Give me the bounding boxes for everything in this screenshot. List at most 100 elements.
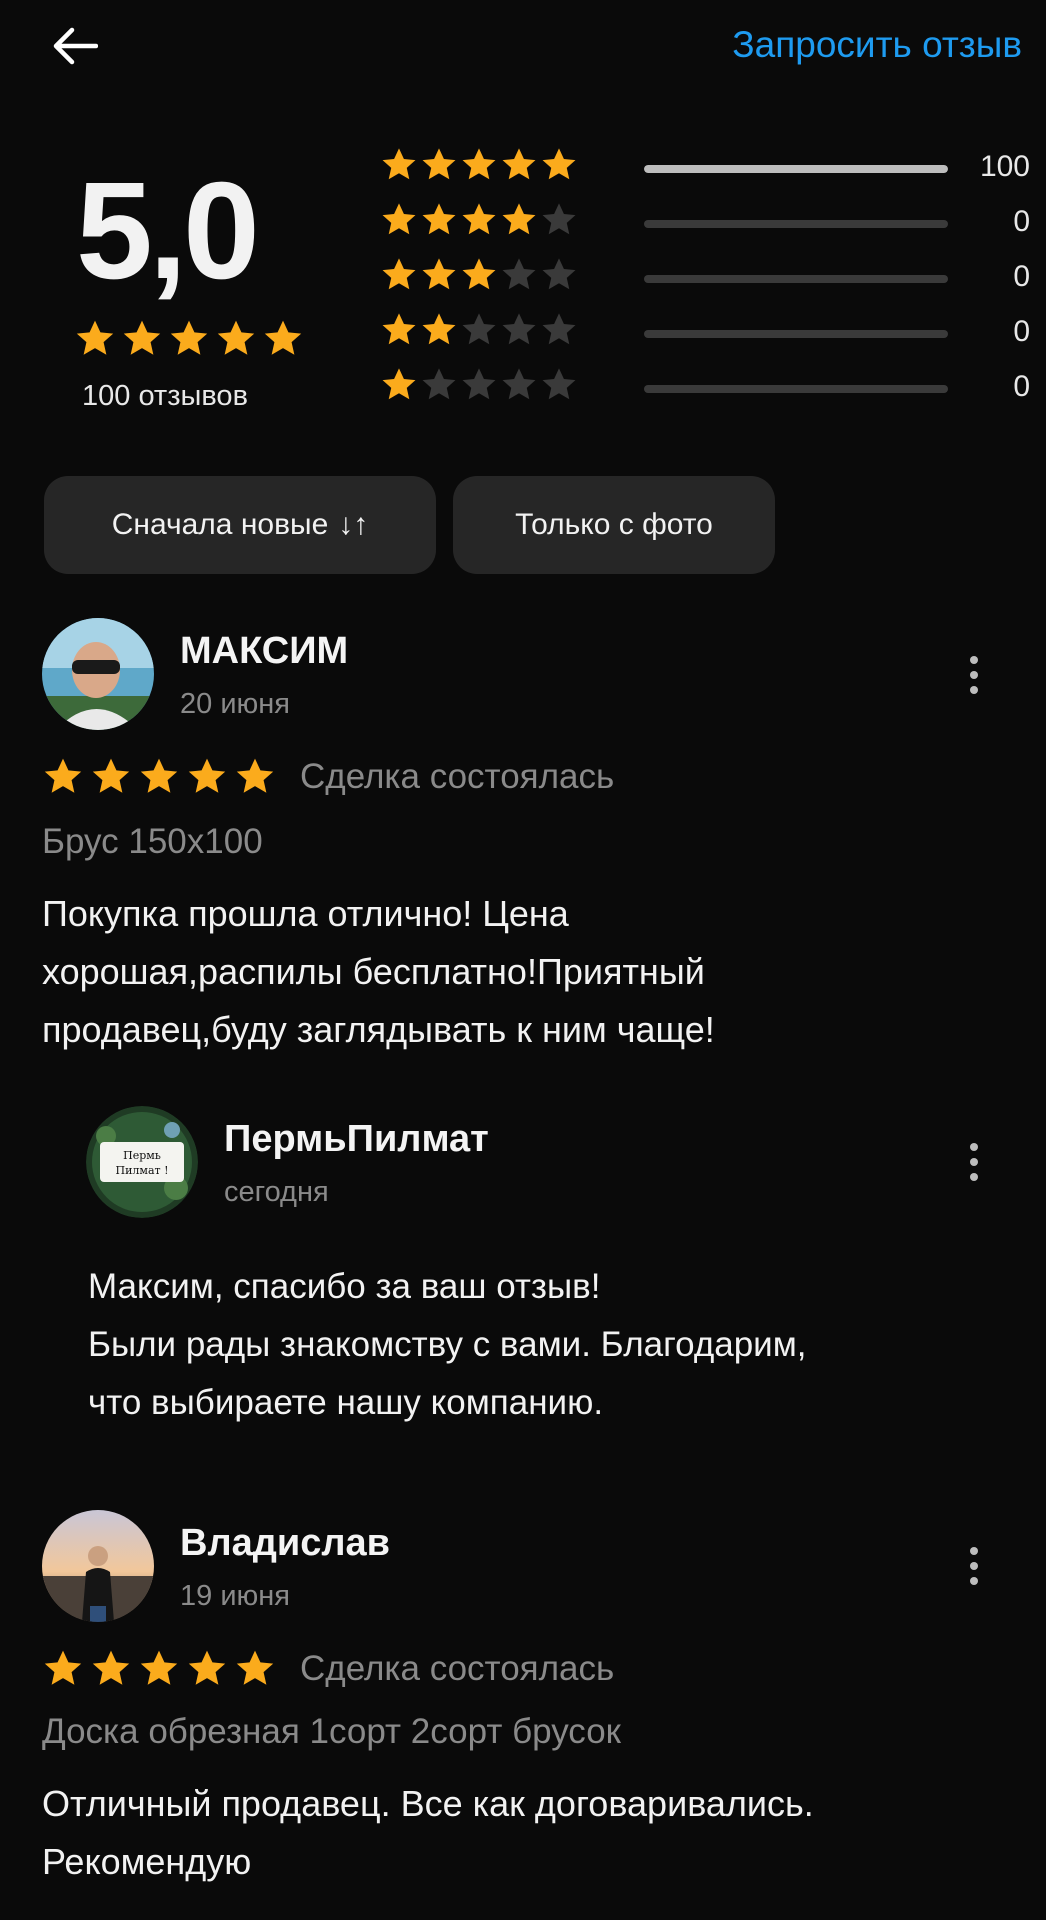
star-empty-icon <box>502 368 536 400</box>
seller-avatar[interactable]: Пермь Пилмат ! <box>86 1106 198 1218</box>
back-button[interactable] <box>44 18 104 74</box>
reply-text-line: Были рады знакомству с вами. Благодарим, <box>88 1325 807 1364</box>
photo-filter-label: Только с фото <box>515 508 713 541</box>
avatar[interactable] <box>42 618 154 730</box>
star-filled-icon <box>382 313 416 345</box>
average-stars <box>74 318 304 360</box>
star-filled-icon <box>422 313 456 345</box>
more-vertical-icon <box>970 656 978 664</box>
more-dot <box>970 671 978 679</box>
deal-status: Сделка состоялась <box>300 1649 615 1688</box>
review-product[interactable]: Доска обрезная 1сорт 2сорт брусок <box>42 1712 621 1752</box>
star-filled-icon <box>44 758 82 793</box>
review-product[interactable]: Брус 150х100 <box>42 822 263 862</box>
distribution-bar <box>644 220 948 228</box>
more-dot <box>970 1158 978 1166</box>
review-author[interactable]: МАКСИМ <box>180 630 348 673</box>
more-dot <box>970 1577 978 1585</box>
average-rating: 5,0 <box>76 154 260 308</box>
review-date: 19 июня <box>180 1580 290 1612</box>
more-dot <box>970 1562 978 1570</box>
star-filled-icon <box>236 758 274 793</box>
star-filled-icon <box>382 148 416 180</box>
distribution-row-1[interactable]: 0 <box>380 360 1030 410</box>
distribution-row-4[interactable]: 0 <box>380 195 1030 245</box>
star-empty-icon <box>542 258 576 290</box>
star-filled-icon <box>217 320 255 355</box>
star-filled-icon <box>422 148 456 180</box>
star-filled-icon <box>502 148 536 180</box>
distribution-stars <box>380 201 578 239</box>
sort-newest-chip[interactable]: Сначала новые ↓↑ <box>44 476 436 574</box>
avatar-photo <box>42 1510 154 1622</box>
star-empty-icon <box>542 368 576 400</box>
filter-bar: Сначала новые ↓↑ Только с фото <box>44 476 775 574</box>
star-filled-icon <box>140 1650 178 1685</box>
review-text-line: продавец,буду заглядывать к ним чаще! <box>42 1009 715 1050</box>
only-with-photo-chip[interactable]: Только с фото <box>453 476 775 574</box>
seller-reply-text: Максим, спасибо за ваш отзыв! Были рады … <box>88 1258 1008 1432</box>
star-empty-icon <box>542 203 576 235</box>
review-author[interactable]: Владислав <box>180 1522 390 1565</box>
distribution-bar <box>644 275 948 283</box>
distribution-count: 0 <box>1013 315 1030 348</box>
back-arrow-icon <box>53 27 98 65</box>
review-stars <box>42 756 276 798</box>
more-dot <box>970 686 978 694</box>
star-filled-icon <box>123 320 161 355</box>
star-filled-icon <box>264 320 302 355</box>
distribution-count: 0 <box>1013 260 1030 293</box>
star-filled-icon <box>382 258 416 290</box>
distribution-count: 0 <box>1013 370 1030 403</box>
distribution-row-2[interactable]: 0 <box>380 305 1030 355</box>
review-menu-button[interactable] <box>956 645 992 705</box>
reply-text-line: что выбираете нашу компанию. <box>88 1383 604 1422</box>
review-text-line: хорошая,распилы бесплатно!Приятный <box>42 951 705 992</box>
star-empty-icon <box>462 313 496 345</box>
review-text-line: Покупка прошла отлично! Цена <box>42 893 569 934</box>
star-empty-icon <box>462 368 496 400</box>
review-text: Покупка прошла отлично! Цена хорошая,рас… <box>42 885 1002 1059</box>
review-date: 20 июня <box>180 688 290 720</box>
more-dot <box>970 1173 978 1181</box>
distribution-stars <box>380 366 578 404</box>
request-review-link[interactable]: Запросить отзыв <box>732 24 1022 66</box>
distribution-row-5[interactable]: 100 <box>380 140 1030 190</box>
distribution-count: 100 <box>979 150 1030 183</box>
star-filled-icon <box>382 368 416 400</box>
distribution-bar <box>644 330 948 338</box>
star-filled-icon <box>382 203 416 235</box>
star-empty-icon <box>502 313 536 345</box>
reply-menu-button[interactable] <box>956 1132 992 1192</box>
seller-reply-date: сегодня <box>224 1176 329 1208</box>
avatar[interactable] <box>42 1510 154 1622</box>
distribution-count: 0 <box>1013 205 1030 238</box>
reviews-count: 100 отзывов <box>82 380 248 412</box>
distribution-stars <box>380 311 578 349</box>
review-rating: Сделка состоялась <box>42 756 614 798</box>
star-filled-icon <box>188 1650 226 1685</box>
svg-text:Пермь: Пермь <box>123 1149 161 1162</box>
distribution-row-3[interactable]: 0 <box>380 250 1030 300</box>
star-empty-icon <box>542 313 576 345</box>
sort-icon: ↓↑ <box>338 508 369 541</box>
star-filled-icon <box>462 258 496 290</box>
star-filled-icon <box>188 758 226 793</box>
review-rating: Сделка состоялась <box>42 1648 614 1690</box>
star-filled-icon <box>92 758 130 793</box>
svg-text:Пилмат !: Пилмат ! <box>115 1164 168 1177</box>
distribution-bar <box>644 165 948 173</box>
more-vertical-icon <box>970 1547 978 1555</box>
star-filled-icon <box>236 1650 274 1685</box>
star-filled-icon <box>140 758 178 793</box>
distribution-bar <box>644 385 948 393</box>
rating-summary: 5,0 100 отзывов 100 0 0 0 0 <box>0 140 1046 430</box>
review-menu-button[interactable] <box>956 1536 992 1596</box>
star-filled-icon <box>462 148 496 180</box>
avatar-photo <box>42 618 154 730</box>
seller-reply-author[interactable]: ПермьПилмат <box>224 1118 489 1161</box>
review-text-line: Рекомендую <box>42 1841 252 1882</box>
review-text: Отличный продавец. Все как договаривалис… <box>42 1775 1002 1891</box>
review-text-line: Отличный продавец. Все как договаривалис… <box>42 1783 814 1824</box>
star-filled-icon <box>542 148 576 180</box>
